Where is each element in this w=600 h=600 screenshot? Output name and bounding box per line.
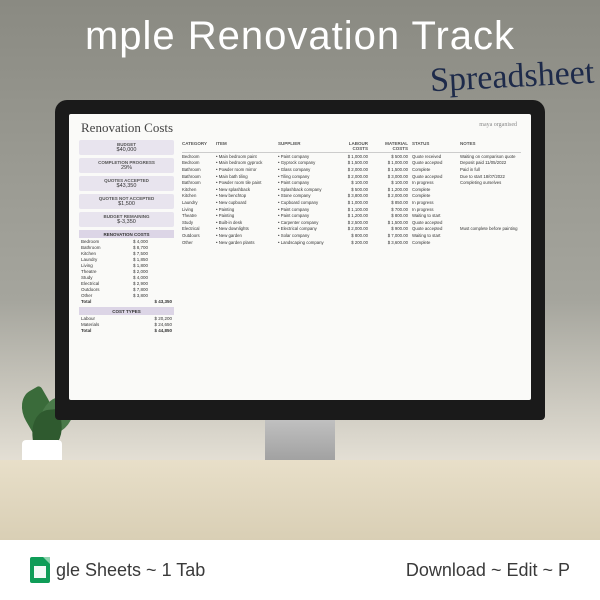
hero-script: Spreadsheet xyxy=(429,54,595,101)
table-row: Bathroom• Main bath tiling• Tiling compa… xyxy=(182,173,521,180)
table-row: Bathroom• Powder room tile paint• Paint … xyxy=(182,179,521,186)
table-row: Bedroom• Main bedroom gyprock• Gyprock c… xyxy=(182,160,521,167)
table-row: Living• Painting• Paint company$ 1,100.0… xyxy=(182,206,521,213)
table-row: Kitchen• New splashback• Splashback comp… xyxy=(182,186,521,193)
sheet-title: Renovation Costs xyxy=(69,114,531,140)
desk-surface xyxy=(0,460,600,540)
brand-logo: maya organised xyxy=(479,122,517,128)
hero-title: mple Renovation Track xyxy=(0,14,600,59)
table-row: Bathroom• Powder room mirror• Glass comp… xyxy=(182,166,521,173)
table-row: Kitchen• New benchtop• Stone company$ 3,… xyxy=(182,193,521,200)
product-mockup: mple Renovation Track Spreadsheet Renova… xyxy=(0,0,600,600)
spreadsheet-screen: Renovation Costs maya organised BUDGET$4… xyxy=(69,114,531,400)
summary-column: BUDGET$40,000 COMPLETION PROGRESS29% QUO… xyxy=(79,140,174,333)
table-row: Theatre• Painting• Paint company$ 1,200.… xyxy=(182,212,521,219)
google-sheets-icon xyxy=(30,557,50,583)
table-row: Other• New garden plants• Landscaping co… xyxy=(182,239,521,246)
table-row: Study• Built-in desk• Carpenter company$… xyxy=(182,219,521,226)
table-row: Outdoors• New garden• Solar company$ 800… xyxy=(182,232,521,239)
data-table: CATEGORY ITEM SUPPLIER LABOUR COSTS MATE… xyxy=(182,140,521,333)
table-row: Electrical• New downlights• Electrical c… xyxy=(182,226,521,233)
imac-monitor: Renovation Costs maya organised BUDGET$4… xyxy=(55,100,545,480)
footer-left-text: gle Sheets ~ 1 Tab xyxy=(56,560,205,581)
table-row: Bedroom• Main bedroom paint• Paint compa… xyxy=(182,153,521,160)
footer-bar: gle Sheets ~ 1 Tab Download ~ Edit ~ P xyxy=(0,540,600,600)
table-row: Laundry• New cupboard• Cupboard company$… xyxy=(182,199,521,206)
footer-right-text: Download ~ Edit ~ P xyxy=(406,560,570,581)
